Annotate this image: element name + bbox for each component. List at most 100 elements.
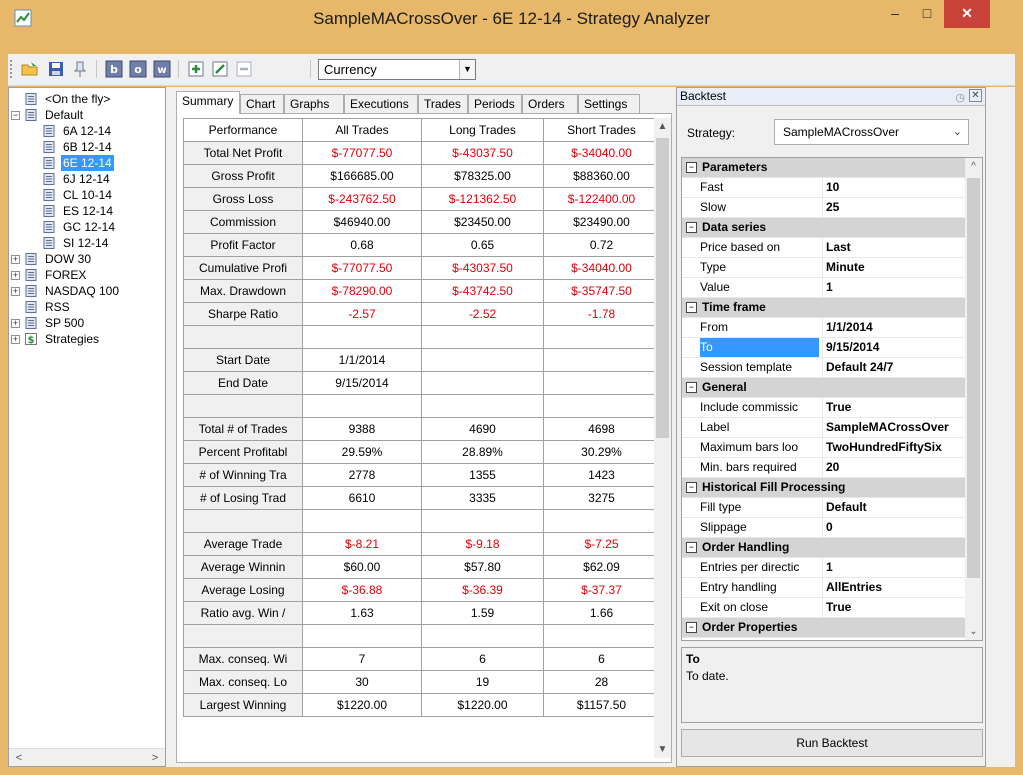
property-value[interactable]: Last <box>822 238 967 257</box>
property-row[interactable]: Fill type Default <box>682 498 967 518</box>
tab-trades[interactable]: Trades <box>418 94 468 113</box>
scroll-right-icon[interactable]: > <box>147 750 163 766</box>
property-row[interactable]: Include commissic True <box>682 398 967 418</box>
property-row[interactable]: Value 1 <box>682 278 967 298</box>
tab-graphs[interactable]: Graphs <box>284 94 344 113</box>
column-header[interactable]: Short Trades <box>543 118 660 142</box>
property-value[interactable]: 25 <box>822 198 967 217</box>
property-category[interactable]: − Parameters <box>682 158 967 178</box>
collapse-icon[interactable]: − <box>11 111 20 120</box>
close-button[interactable]: ✕ <box>944 0 990 28</box>
add-icon[interactable] <box>186 59 206 79</box>
tab-executions[interactable]: Executions <box>344 94 418 113</box>
property-value[interactable]: 1/1/2014 <box>822 318 967 337</box>
grid-vertical-scrollbar[interactable]: ▲ ▼ <box>654 118 671 758</box>
property-value[interactable]: 1 <box>822 278 967 297</box>
collapse-icon[interactable]: − <box>686 542 697 553</box>
w-icon[interactable]: w <box>152 59 172 79</box>
property-value[interactable]: AllEntries <box>822 578 967 597</box>
save-icon[interactable] <box>46 59 66 79</box>
property-value[interactable]: 10 <box>822 178 967 197</box>
property-row[interactable]: Entry handling AllEntries <box>682 578 967 598</box>
edit-icon[interactable] <box>210 59 230 79</box>
collapse-icon[interactable]: − <box>686 222 697 233</box>
property-value[interactable]: 1 <box>822 558 967 577</box>
property-value[interactable]: 9/15/2014 <box>822 338 967 357</box>
collapse-icon[interactable]: − <box>686 382 697 393</box>
property-category[interactable]: − Order Properties <box>682 618 967 638</box>
minimize-button[interactable]: – <box>880 0 910 28</box>
chevron-down-icon[interactable]: ▼ <box>459 60 475 79</box>
property-row[interactable]: Price based on Last <box>682 238 967 258</box>
property-value[interactable]: True <box>822 598 967 617</box>
pin-icon[interactable] <box>70 59 90 79</box>
property-row[interactable]: Maximum bars loo TwoHundredFiftySix <box>682 438 967 458</box>
scroll-left-icon[interactable]: < <box>11 750 27 766</box>
property-value[interactable]: True <box>822 398 967 417</box>
property-value[interactable]: TwoHundredFiftySix <box>822 438 967 457</box>
instrument-type-dropdown[interactable]: Currency ▼ <box>318 59 476 80</box>
expand-icon[interactable]: + <box>11 319 20 328</box>
property-row[interactable]: To 9/15/2014 <box>682 338 967 358</box>
property-row[interactable]: Session template Default 24/7 <box>682 358 967 378</box>
property-value[interactable]: SampleMACrossOver <box>822 418 967 437</box>
scroll-up-icon[interactable]: ▲ <box>654 118 671 135</box>
strategy-dropdown[interactable]: SampleMACrossOver ⌄ <box>774 119 969 145</box>
o-icon[interactable]: o <box>128 59 148 79</box>
column-header[interactable]: Long Trades <box>421 118 544 142</box>
expand-icon[interactable]: + <box>11 287 20 296</box>
collapse-icon[interactable]: − <box>686 622 697 633</box>
property-category[interactable]: − Time frame <box>682 298 967 318</box>
collapse-icon[interactable]: − <box>686 482 697 493</box>
property-row[interactable]: Label SampleMACrossOver <box>682 418 967 438</box>
tab-periods[interactable]: Periods <box>468 94 522 113</box>
property-row[interactable]: Exit on close True <box>682 598 967 618</box>
scroll-thumb[interactable] <box>656 138 669 438</box>
open-folder-icon[interactable] <box>20 59 40 79</box>
property-row[interactable]: Entries per directic 1 <box>682 558 967 578</box>
scroll-up-icon[interactable]: ^ <box>965 158 982 175</box>
property-category[interactable]: − Order Handling <box>682 538 967 558</box>
remove-icon[interactable] <box>234 59 254 79</box>
property-row[interactable]: Slow 25 <box>682 198 967 218</box>
property-grid-scrollbar[interactable]: ^ ⌄ <box>965 158 982 640</box>
title-bar[interactable]: SampleMACrossOver - 6E 12-14 - Strategy … <box>0 0 1023 38</box>
tree-horizontal-scrollbar[interactable]: < > <box>9 748 165 766</box>
property-value[interactable]: 20 <box>822 458 967 477</box>
property-value[interactable]: Minute <box>822 258 967 277</box>
column-header[interactable]: All Trades <box>302 118 422 142</box>
property-category[interactable]: − Data series <box>682 218 967 238</box>
scroll-down-icon[interactable]: ⌄ <box>965 623 982 640</box>
property-category[interactable]: − General <box>682 378 967 398</box>
close-icon[interactable]: ✕ <box>969 89 982 102</box>
expand-icon[interactable]: + <box>11 255 20 264</box>
instrument-tree[interactable]: + $ Strategies + SP 500 RSS + NASDAQ 100 + FOREX +… <box>8 87 166 767</box>
scroll-thumb[interactable] <box>967 178 980 578</box>
tab-settings[interactable]: Settings <box>578 94 640 113</box>
pin-icon[interactable]: ◷ <box>955 90 965 107</box>
collapse-icon[interactable]: − <box>686 302 697 313</box>
tab-orders[interactable]: Orders <box>522 94 578 113</box>
property-row[interactable]: From 1/1/2014 <box>682 318 967 338</box>
property-value[interactable]: Default 24/7 <box>822 358 967 377</box>
toolbar-grip[interactable] <box>10 60 14 78</box>
column-header[interactable]: Performance <box>183 118 303 142</box>
tab-summary[interactable]: Summary <box>176 91 240 114</box>
property-value[interactable]: Default <box>822 498 967 517</box>
property-category[interactable]: − Historical Fill Processing <box>682 478 967 498</box>
property-row[interactable]: Min. bars required 20 <box>682 458 967 478</box>
expand-icon[interactable]: + <box>11 271 20 280</box>
tab-chart[interactable]: Chart <box>240 94 284 113</box>
run-backtest-button[interactable]: Run Backtest <box>681 729 983 757</box>
scroll-down-icon[interactable]: ▼ <box>654 741 671 758</box>
b-icon[interactable]: b <box>104 59 124 79</box>
property-row[interactable]: Fast 10 <box>682 178 967 198</box>
maximize-button[interactable]: □ <box>912 0 942 28</box>
expand-icon[interactable]: + <box>11 335 20 344</box>
chevron-down-icon[interactable]: ⌄ <box>953 120 962 144</box>
collapse-icon[interactable]: − <box>686 162 697 173</box>
property-row[interactable]: Type Minute <box>682 258 967 278</box>
property-row[interactable]: Slippage 0 <box>682 518 967 538</box>
property-grid[interactable]: − Order Properties Exit on close True Entry … <box>681 157 983 641</box>
property-value[interactable]: 0 <box>822 518 967 537</box>
